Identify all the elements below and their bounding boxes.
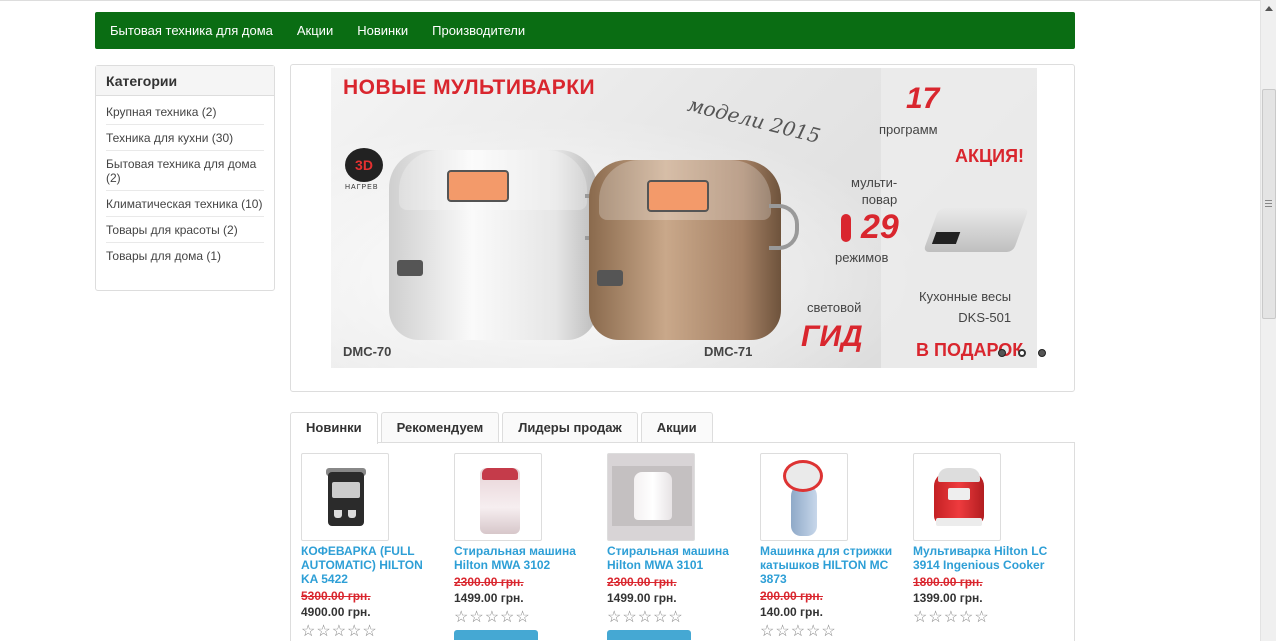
cooker-lid	[938, 468, 980, 482]
multicooker-icon[interactable]	[913, 453, 1001, 541]
product-price: 4900.00 грн.	[301, 605, 371, 619]
slider-dot-active[interactable]	[1018, 349, 1026, 357]
nav-item-promotions[interactable]: Акции	[285, 12, 345, 49]
multi-cook-text: мульти- повар	[851, 175, 898, 207]
banner-image[interactable]: НОВЫЕ МУЛЬТИВАРКИ модели 2015 3D НАГРЕВ …	[331, 68, 1037, 368]
cooker-display	[647, 180, 709, 212]
modes-label: режимов	[835, 250, 889, 265]
lint-shaver-icon[interactable]	[760, 453, 848, 541]
washing-machine-icon[interactable]	[607, 453, 695, 541]
product-name[interactable]: Стиральная машина Hilton MWA 3101	[607, 544, 745, 572]
slider-dot[interactable]	[1038, 349, 1046, 357]
multicooker-bronze-icon	[589, 160, 799, 340]
tab-new[interactable]: Новинки	[290, 412, 378, 444]
rating-stars[interactable]: ☆☆☆☆☆	[607, 610, 745, 626]
washing-machine-icon[interactable]	[454, 453, 542, 541]
cooker-button	[397, 260, 423, 276]
product-card: КОФЕВАРКА (FULL AUTOMATIC) HILTON KA 542…	[301, 453, 439, 640]
product-old-price: 2300.00 грн.	[607, 575, 677, 589]
tab-bestsellers[interactable]: Лидеры продаж	[502, 412, 638, 443]
thermometer-icon	[841, 214, 851, 242]
coffee-panel	[332, 482, 360, 498]
cooker-display	[447, 170, 509, 202]
buy-button[interactable]	[607, 630, 691, 640]
categories-list: Крупная техника (2) Техника для кухни (3…	[96, 96, 274, 268]
model-right-label: DMC-71	[704, 344, 753, 359]
coffee-cup	[334, 510, 342, 518]
cooker-base	[936, 518, 982, 526]
product-name[interactable]: Мультиварка Hilton LC 3914 Ingenious Coo…	[913, 544, 1051, 572]
categories-panel: Категории Крупная техника (2) Техника дл…	[95, 65, 275, 291]
promo-label: АКЦИЯ!	[955, 146, 1025, 166]
scales-model: DKS-501	[958, 310, 1012, 325]
product-card: Стиральная машина Hilton MWA 3102 2300.0…	[454, 453, 592, 640]
scrollbar-grip-icon	[1265, 200, 1272, 207]
rating-stars[interactable]: ☆☆☆☆☆	[913, 610, 1051, 626]
modes-number: 29	[861, 208, 899, 246]
category-item[interactable]: Крупная техника (2)	[106, 99, 264, 125]
cooker-display	[948, 488, 970, 500]
product-old-price: 1800.00 грн.	[913, 575, 983, 589]
product-price: 1499.00 грн.	[607, 591, 677, 605]
category-item[interactable]: Климатическая техника (10)	[106, 191, 264, 217]
category-item[interactable]: Товары для красоты (2)	[106, 217, 264, 243]
cooker-button	[597, 270, 623, 286]
shaver-head	[783, 460, 823, 492]
scales-label: Кухонные весы DKS-501	[919, 286, 1011, 328]
category-item[interactable]: Товары для дома (1)	[106, 243, 264, 268]
rating-stars[interactable]: ☆☆☆☆☆	[301, 624, 439, 640]
product-name[interactable]: КОФЕВАРКА (FULL AUTOMATIC) HILTON KA 542…	[301, 544, 439, 586]
3d-heating-icon: 3D	[345, 148, 383, 182]
banner-headline: НОВЫЕ МУЛЬТИВАРКИ	[343, 76, 596, 99]
coffee-machine-icon[interactable]	[301, 453, 389, 541]
product-card: Стиральная машина Hilton MWA 3101 2300.0…	[607, 453, 745, 640]
vertical-scrollbar[interactable]	[1260, 0, 1276, 641]
product-old-price: 5300.00 грн.	[301, 589, 371, 603]
rating-stars[interactable]: ☆☆☆☆☆	[454, 610, 592, 626]
scales-screen	[931, 232, 961, 244]
product-card: Мультиварка Hilton LC 3914 Ingenious Coo…	[913, 453, 1051, 626]
product-price: 1399.00 грн.	[913, 591, 983, 605]
model-left-label: DMC-70	[343, 344, 392, 359]
washer-lid	[482, 468, 518, 480]
product-card: Машинка для стрижки катышков HILTON MC 3…	[760, 453, 898, 640]
multi-cook-label: мульти- повар	[851, 174, 897, 208]
category-item[interactable]: Бытовая техника для дома (2)	[106, 151, 264, 191]
product-name[interactable]: Машинка для стрижки катышков HILTON MC 3…	[760, 544, 898, 586]
tab-recommended[interactable]: Рекомендуем	[380, 412, 500, 443]
3d-heating-label: НАГРЕВ	[345, 184, 379, 191]
banner-slider: НОВЫЕ МУЛЬТИВАРКИ модели 2015 3D НАГРЕВ …	[290, 64, 1075, 392]
product-old-price: 200.00 грн.	[760, 589, 823, 603]
coffee-cup	[348, 510, 356, 518]
product-name[interactable]: Стиральная машина Hilton MWA 3102	[454, 544, 592, 572]
coffee-body	[328, 472, 364, 526]
top-border	[0, 0, 1260, 1]
programs-number: 17	[906, 82, 940, 115]
kitchen-scales-icon	[922, 208, 1030, 252]
nav-item-appliances[interactable]: Бытовая техника для дома	[98, 12, 285, 49]
categories-title: Категории	[96, 66, 274, 96]
slider-dots	[998, 349, 1046, 357]
programs-label: программ	[879, 122, 938, 137]
product-old-price: 2300.00 грн.	[454, 575, 524, 589]
multicooker-white-icon	[389, 150, 615, 340]
nav-item-new[interactable]: Новинки	[345, 12, 420, 49]
guide-label: ГИД	[801, 320, 863, 353]
slider-dot[interactable]	[998, 349, 1006, 357]
category-item[interactable]: Техника для кухни (30)	[106, 125, 264, 151]
washer-body	[634, 472, 672, 520]
tab-promotions[interactable]: Акции	[640, 412, 713, 443]
product-price: 1499.00 грн.	[454, 591, 524, 605]
product-price: 140.00 грн.	[760, 605, 823, 619]
rating-stars[interactable]: ☆☆☆☆☆	[760, 624, 898, 640]
main-navbar: Бытовая техника для дома Акции Новинки П…	[95, 12, 1075, 49]
scales-title: Кухонные весы	[919, 289, 1012, 304]
scroll-up-arrow-icon[interactable]	[1265, 6, 1273, 11]
light-guide-label: световой	[807, 300, 862, 315]
product-tabs: Новинки Рекомендуем Лидеры продаж Акции	[290, 412, 716, 444]
buy-button[interactable]	[454, 630, 538, 640]
nav-item-manufacturers[interactable]: Производители	[420, 12, 537, 49]
